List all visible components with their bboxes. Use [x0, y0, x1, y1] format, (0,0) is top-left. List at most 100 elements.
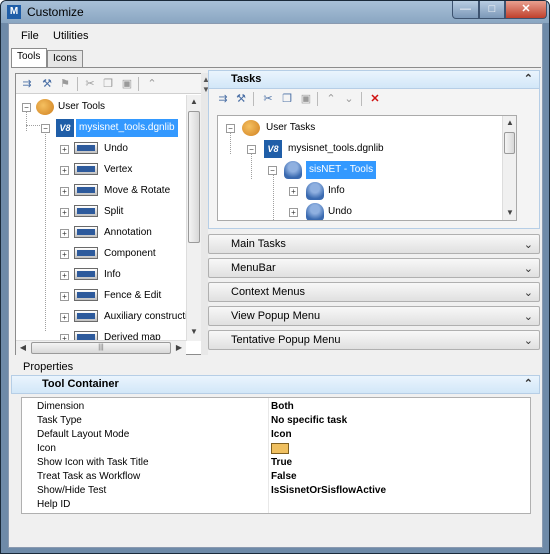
collapse-icon[interactable]: −	[41, 124, 50, 133]
property-row-task-type[interactable]: Task Type No specific task	[22, 414, 530, 428]
property-value[interactable]: Both	[271, 400, 294, 414]
expand-section-icon[interactable]: ⌄	[524, 284, 533, 302]
move-down-icon[interactable]: ⌄	[341, 92, 357, 106]
collapse-icon[interactable]: −	[268, 166, 277, 175]
icon-preview-icon[interactable]	[271, 443, 289, 454]
expand-section-icon[interactable]: ⌄	[524, 332, 533, 350]
tree-item-split[interactable]: + Split	[20, 203, 180, 221]
new-item-icon[interactable]: ⚑	[57, 77, 73, 91]
scroll-thumb[interactable]	[188, 111, 200, 243]
new-toolbox-icon[interactable]: ⇉	[19, 77, 35, 91]
tasks-tree-item-user-tasks[interactable]: − User Tasks	[224, 119, 424, 137]
scroll-thumb[interactable]	[504, 132, 515, 154]
tasks-tree-vscrollbar[interactable]: ▲ ▼	[502, 116, 516, 220]
expand-icon[interactable]: +	[60, 229, 69, 238]
property-row-workflow[interactable]: Treat Task as Workflow False	[22, 470, 530, 484]
new-task-item-icon[interactable]: ⚒	[233, 92, 249, 106]
tree-item-move-rotate[interactable]: + Move & Rotate	[20, 182, 180, 200]
section-main-tasks[interactable]: Main Tasks ⌄	[208, 234, 540, 254]
property-value[interactable]: No specific task	[271, 414, 347, 428]
title-bar[interactable]: M Customize — □ ✕	[1, 1, 549, 23]
cut-icon[interactable]: ✂	[82, 77, 98, 91]
section-menubar[interactable]: MenuBar ⌄	[208, 258, 540, 278]
close-button[interactable]: ✕	[505, 1, 547, 19]
tasks-tree-item-undo[interactable]: + Undo	[224, 203, 444, 220]
menu-utilities[interactable]: Utilities	[53, 30, 88, 42]
collapse-icon[interactable]: −	[247, 145, 256, 154]
tree-item-dgnlib[interactable]: − V8 mysisnet_tools.dgnlib	[20, 119, 180, 137]
tasks-header[interactable]: Tasks ⌃	[208, 70, 540, 89]
paste-icon[interactable]: ▣	[119, 77, 135, 91]
collapse-section-icon[interactable]: ⌃	[524, 376, 533, 393]
tasks-tree-item-dgnlib[interactable]: − V8 mysisnet_tools.dgnlib	[224, 140, 444, 158]
expand-section-icon[interactable]: ⌄	[524, 236, 533, 254]
tree-item-label: Undo	[328, 206, 352, 217]
tree-item-undo[interactable]: + Undo	[20, 140, 180, 158]
tree-item-info[interactable]: + Info	[20, 266, 180, 284]
tool-container-header[interactable]: Tool Container ⌃	[11, 375, 540, 394]
expand-icon[interactable]: +	[60, 292, 69, 301]
scroll-down-icon[interactable]: ▼	[503, 206, 516, 220]
expand-icon[interactable]: +	[60, 187, 69, 196]
tree-item-vertex[interactable]: + Vertex	[20, 161, 180, 179]
paste-icon[interactable]: ▣	[298, 92, 314, 106]
copy-icon[interactable]: ❐	[279, 92, 295, 106]
expand-icon[interactable]: +	[289, 187, 298, 196]
expand-icon[interactable]: +	[60, 208, 69, 217]
scroll-up-icon[interactable]: ▲	[187, 95, 201, 109]
minimize-button[interactable]: —	[452, 1, 479, 19]
expand-section-icon[interactable]: ⌄	[524, 308, 533, 326]
property-row-default-layout[interactable]: Default Layout Mode Icon	[22, 428, 530, 442]
panel-splitter[interactable]: ▲ ▼	[201, 73, 210, 355]
tools-tree-hscrollbar[interactable]: ◀ ||| ▶	[16, 340, 186, 355]
new-tool-icon[interactable]: ⚒	[39, 77, 55, 91]
expand-icon[interactable]: +	[60, 313, 69, 322]
scroll-right-icon[interactable]: ▶	[172, 341, 186, 355]
property-row-show-hide-test[interactable]: Show/Hide Test IsSisnetOrSisflowActive	[22, 484, 530, 498]
section-view-popup-menu[interactable]: View Popup Menu ⌄	[208, 306, 540, 326]
scroll-up-icon[interactable]: ▲	[503, 116, 516, 130]
property-row-icon[interactable]: Icon	[22, 442, 530, 456]
expand-section-icon[interactable]: ⌄	[524, 260, 533, 278]
new-task-icon[interactable]: ⇉	[215, 92, 231, 106]
collapse-icon[interactable]: −	[226, 124, 235, 133]
property-value[interactable]: True	[271, 456, 292, 470]
tools-tree-vscrollbar[interactable]: ▲ ▼	[186, 95, 201, 341]
tab-icons[interactable]: Icons	[47, 50, 83, 68]
tasks-tree-item-sisnet-tools[interactable]: − sisNET - Tools	[224, 161, 444, 179]
menu-file[interactable]: File	[21, 30, 39, 42]
expand-icon[interactable]: +	[289, 208, 298, 217]
section-tentative-popup-menu[interactable]: Tentative Popup Menu ⌄	[208, 330, 540, 350]
collapse-icon[interactable]: −	[22, 103, 31, 112]
maximize-button[interactable]: □	[479, 1, 505, 19]
property-row-show-icon[interactable]: Show Icon with Task Title True	[22, 456, 530, 470]
tab-tools[interactable]: Tools	[11, 48, 47, 68]
property-row-help-id[interactable]: Help ID	[22, 498, 530, 512]
tree-item-auxiliary[interactable]: + Auxiliary constructio	[20, 308, 186, 326]
hscroll-thumb[interactable]: |||	[31, 342, 171, 354]
scroll-down-icon[interactable]: ▼	[187, 325, 201, 339]
section-context-menus[interactable]: Context Menus ⌄	[208, 282, 540, 302]
expand-icon[interactable]: +	[60, 271, 69, 280]
move-up-icon[interactable]: ⌃	[323, 92, 339, 106]
expand-icon[interactable]: +	[60, 145, 69, 154]
section-title: Tentative Popup Menu	[231, 334, 341, 346]
tasks-tree-item-info[interactable]: + Info	[224, 182, 444, 200]
collapse-section-icon[interactable]: ⌃	[524, 71, 533, 88]
expand-icon[interactable]: +	[60, 250, 69, 259]
property-row-dimension[interactable]: Dimension Both	[22, 400, 530, 414]
delete-icon[interactable]: ✕	[367, 92, 383, 106]
copy-icon[interactable]: ❐	[100, 77, 116, 91]
users-icon	[242, 120, 260, 136]
tree-item-component[interactable]: + Component	[20, 245, 180, 263]
tree-item-annotation[interactable]: + Annotation	[20, 224, 180, 242]
scroll-left-icon[interactable]: ◀	[16, 341, 30, 355]
cut-icon[interactable]: ✂	[260, 92, 276, 106]
property-value[interactable]: False	[271, 470, 297, 484]
tree-item-fence-edit[interactable]: + Fence & Edit	[20, 287, 180, 305]
property-value[interactable]: Icon	[271, 428, 292, 442]
expand-icon[interactable]: +	[60, 166, 69, 175]
move-up-icon[interactable]: ⌃	[144, 77, 160, 91]
property-value[interactable]: IsSisnetOrSisflowActive	[271, 484, 386, 498]
tree-item-user-tools[interactable]: − User Tools	[20, 98, 180, 116]
